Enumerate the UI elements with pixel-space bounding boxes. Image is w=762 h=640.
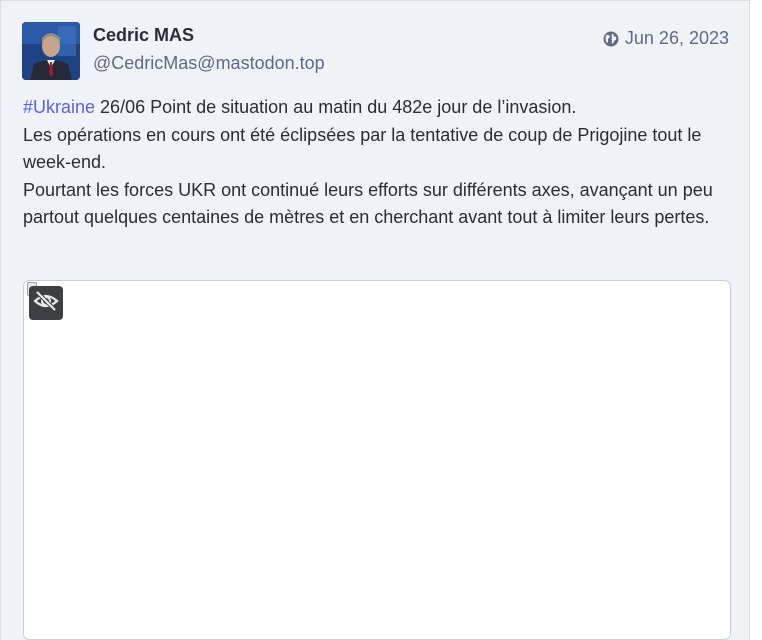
paragraph-2: Les opérations en cours ont été éclipsée… [23,124,702,173]
paragraph-3: Pourtant les forces UKR ont continué leu… [23,179,713,228]
display-name[interactable]: Cedric MAS [93,25,194,46]
paragraph-1-text: 26/06 Point de situation au matin du 482… [95,97,577,117]
status-card: Cedric MAS @CedricMas@mastodon.top Jun 2… [0,0,750,640]
avatar-image [22,22,80,80]
post-meta: Jun 26, 2023 [603,28,729,49]
globe-icon [603,31,619,47]
paragraph-1: #Ukraine 26/06 Point de situation au mat… [23,94,735,122]
hide-media-button[interactable] [29,286,63,320]
status-content: #Ukraine 26/06 Point de situation au mat… [23,94,735,232]
media-attachment[interactable] [23,280,731,640]
post-date[interactable]: Jun 26, 2023 [625,28,729,49]
eye-slash-icon [33,290,59,317]
avatar[interactable] [22,22,80,80]
hashtag-link[interactable]: #Ukraine [23,97,95,117]
account-handle[interactable]: @CedricMas@mastodon.top [93,53,325,74]
